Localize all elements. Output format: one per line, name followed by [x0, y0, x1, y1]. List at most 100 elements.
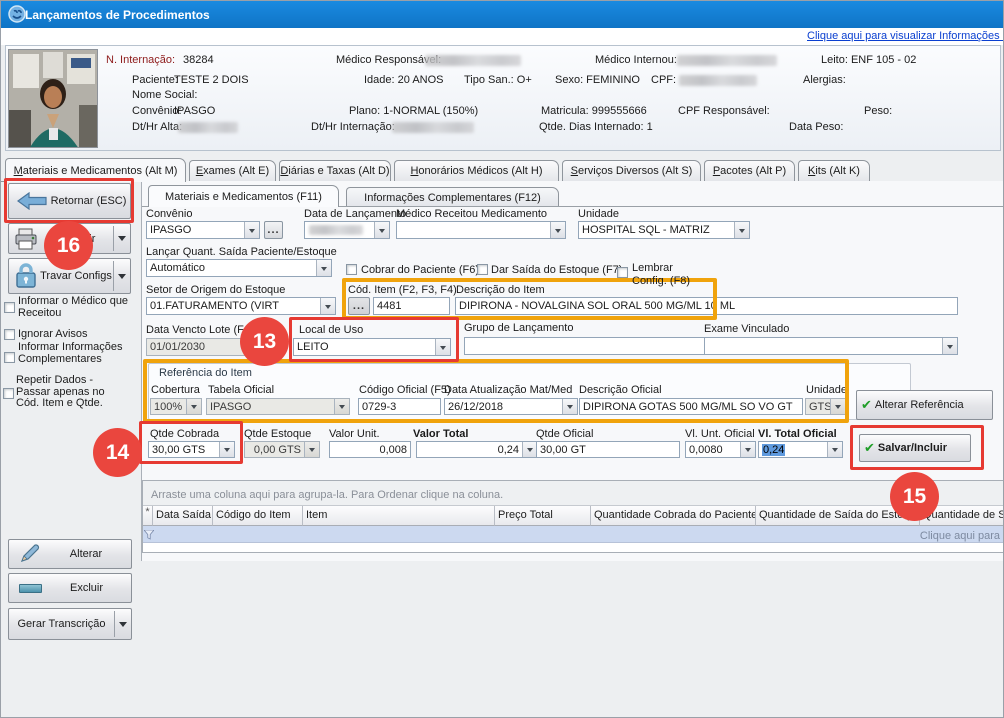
peso-label: Peso:: [864, 105, 892, 117]
valor-total-value: 0,24: [417, 444, 522, 456]
codigo-oficial-label: Código Oficial (F5): [359, 384, 451, 396]
chevron-down-icon[interactable]: [320, 298, 335, 314]
grupo-lancamento-select[interactable]: [464, 337, 736, 355]
inner-tab-informacoes-f12[interactable]: Informações Complementares (F12): [346, 187, 559, 207]
valor-unit-input[interactable]: 0,008: [329, 441, 411, 458]
lembrar-config-label-1[interactable]: Lembrar: [632, 262, 673, 274]
chevron-down-icon[interactable]: [435, 339, 450, 355]
descricao-item-input[interactable]: DIPIRONA - NOVALGINA SOL ORAL 500 MG/ML …: [455, 297, 958, 315]
redacted-dthr-internacao: [392, 122, 474, 133]
descricao-oficial-label: Descrição Oficial: [579, 384, 662, 396]
tab-kits[interactable]: Kits (Alt K): [798, 160, 870, 181]
informar-informacoes-label[interactable]: Informar Informações Complementares: [18, 342, 136, 365]
local-uso-select[interactable]: LEITO: [293, 338, 451, 356]
tab-exames[interactable]: Exames (Alt E): [189, 160, 276, 181]
informar-informacoes-checkbox[interactable]: [4, 352, 15, 363]
tab-pacotes[interactable]: Pacotes (Alt P): [704, 160, 795, 181]
cod-item-input[interactable]: 4481: [373, 297, 450, 315]
arrow-left-icon: [17, 192, 47, 210]
chevron-down-icon: [118, 236, 126, 245]
retornar-button[interactable]: Retornar (ESC): [8, 183, 131, 219]
grid-indicator-column: *: [143, 506, 153, 526]
grid-column-preco-total[interactable]: Preço Total: [495, 506, 591, 526]
chevron-down-icon[interactable]: [244, 222, 259, 238]
grid-column-qtd-cobrada[interactable]: Quantidade Cobrada do Paciente: [591, 506, 756, 526]
valor-total-select[interactable]: 0,24: [416, 441, 538, 458]
salvar-incluir-button[interactable]: ✔ Salvar/Incluir: [859, 434, 971, 462]
vl-total-oficial-select[interactable]: 0,24: [758, 441, 843, 458]
cobrar-paciente-checkbox[interactable]: [346, 264, 357, 275]
repetir-dados-checkbox[interactable]: [3, 388, 14, 399]
tab-servicos-diversos[interactable]: Serviços Diversos (Alt S): [562, 160, 701, 181]
travar-dropdown-arrow[interactable]: [114, 270, 130, 283]
vl-unt-oficial-select[interactable]: 0,0080: [685, 441, 756, 458]
chevron-down-icon[interactable]: [219, 442, 234, 457]
chevron-down-icon[interactable]: [827, 442, 842, 457]
inner-tab-baseline-gap: [149, 205, 338, 207]
green-check-icon: ✔: [861, 397, 872, 413]
qtde-estoque-label: Qtde Estoque: [244, 428, 311, 440]
excluir-button[interactable]: Excluir: [8, 573, 132, 603]
chevron-down-icon[interactable]: [374, 222, 389, 238]
repetir-dados-label[interactable]: Repetir Dados - Passar apenas no Cód. It…: [16, 375, 128, 410]
tab-label: Materiais e Medicamentos (Alt M): [14, 165, 178, 177]
lancar-quant-value: Automático: [147, 262, 316, 274]
cpf-responsavel-label: CPF Responsável:: [678, 105, 770, 117]
lembrar-config-label-2[interactable]: Config. (F8): [632, 275, 690, 287]
grid-column-item[interactable]: Item: [303, 506, 495, 526]
gerar-transcricao-button[interactable]: Gerar Transcrição: [8, 608, 132, 640]
unidade-select[interactable]: HOSPITAL SQL - MATRIZ: [578, 221, 750, 239]
chevron-down-icon[interactable]: [562, 399, 577, 414]
grid-column-data-saida[interactable]: Data Saída: [153, 506, 213, 526]
informar-medico-checkbox[interactable]: [4, 302, 15, 313]
alterar-referencia-label: Alterar Referência: [875, 399, 964, 411]
vl-unt-oficial-value: 0,0080: [686, 444, 740, 456]
medico-receitou-select[interactable]: [396, 221, 566, 239]
informar-medico-label[interactable]: Informar o Médico que Receitou: [18, 296, 136, 319]
gerar-dropdown-arrow[interactable]: [115, 618, 131, 631]
qtde-cobrada-value: 30,00 GTS: [149, 444, 219, 456]
ignorar-avisos-checkbox[interactable]: [4, 329, 15, 340]
dar-saida-checkbox[interactable]: [477, 264, 488, 275]
chevron-down-icon[interactable]: [740, 442, 755, 457]
salvar-incluir-label: Salvar/Incluir: [878, 442, 947, 454]
lancar-quant-select[interactable]: Automático: [146, 259, 332, 277]
leito-value: Leito: ENF 105 - 02: [821, 54, 916, 66]
cobrar-paciente-label[interactable]: Cobrar do Paciente (F6): [361, 264, 479, 276]
alterar-referencia-button[interactable]: ✔ Alterar Referência: [856, 390, 993, 420]
tabela-oficial-value: IPASGO: [207, 401, 334, 413]
chevron-down-icon[interactable]: [522, 442, 537, 457]
chevron-down-icon[interactable]: [316, 260, 331, 276]
chevron-down-icon[interactable]: [734, 222, 749, 238]
qtde-cobrada-select[interactable]: 30,00 GTS: [148, 441, 235, 458]
dar-saida-label[interactable]: Dar Saída do Estoque (F7): [491, 264, 622, 276]
n-internacao-value: 38284: [183, 54, 214, 66]
codigo-oficial-input[interactable]: 0729-3: [358, 398, 441, 415]
ignorar-avisos-label[interactable]: Ignorar Avisos: [18, 329, 136, 341]
qtde-oficial-input[interactable]: 30,00 GT: [536, 441, 680, 458]
local-uso-value: LEITO: [294, 341, 435, 353]
visualizar-informacoes-link[interactable]: Clique aqui para visualizar Informações …: [807, 30, 1004, 42]
grid-column-codigo-item[interactable]: Código do Item: [213, 506, 303, 526]
imprimir-dropdown-arrow[interactable]: [114, 232, 130, 245]
tab-materiais-medicamentos[interactable]: Materiais e Medicamentos (Alt M): [5, 158, 186, 182]
descricao-oficial-input[interactable]: DIPIRONA GOTAS 500 MG/ML SO VO GT: [579, 398, 803, 415]
inner-tab-materiais-f11[interactable]: Materiais e Medicamentos (F11): [148, 185, 339, 207]
alterar-button[interactable]: Alterar: [8, 539, 132, 569]
gerar-transcricao-label: Gerar Transcrição: [9, 618, 114, 630]
tab-label: Kits (Alt K): [808, 165, 860, 177]
cobertura-value: 100%: [151, 401, 186, 413]
idade-value: Idade: 20 ANOS: [364, 74, 444, 86]
cod-item-browse-button[interactable]: ...: [348, 297, 370, 315]
chevron-down-icon[interactable]: [550, 222, 565, 238]
setor-origem-select[interactable]: 01.FATURAMENTO (VIRT: [146, 297, 336, 315]
lembrar-config-checkbox[interactable]: [617, 267, 628, 278]
tab-diarias-taxas[interactable]: Diárias e Taxas (Alt D): [279, 160, 391, 181]
convenio-select[interactable]: IPASGO: [146, 221, 260, 239]
codigo-oficial-value: 0729-3: [359, 401, 440, 413]
data-atualizacao-select[interactable]: 26/12/2018: [444, 398, 578, 415]
exame-vinculado-select[interactable]: [704, 337, 958, 355]
chevron-down-icon[interactable]: [942, 338, 957, 354]
tab-honorarios-medicos[interactable]: Honorários Médicos (Alt H): [394, 160, 559, 181]
convenio-browse-button[interactable]: ...: [264, 221, 283, 239]
